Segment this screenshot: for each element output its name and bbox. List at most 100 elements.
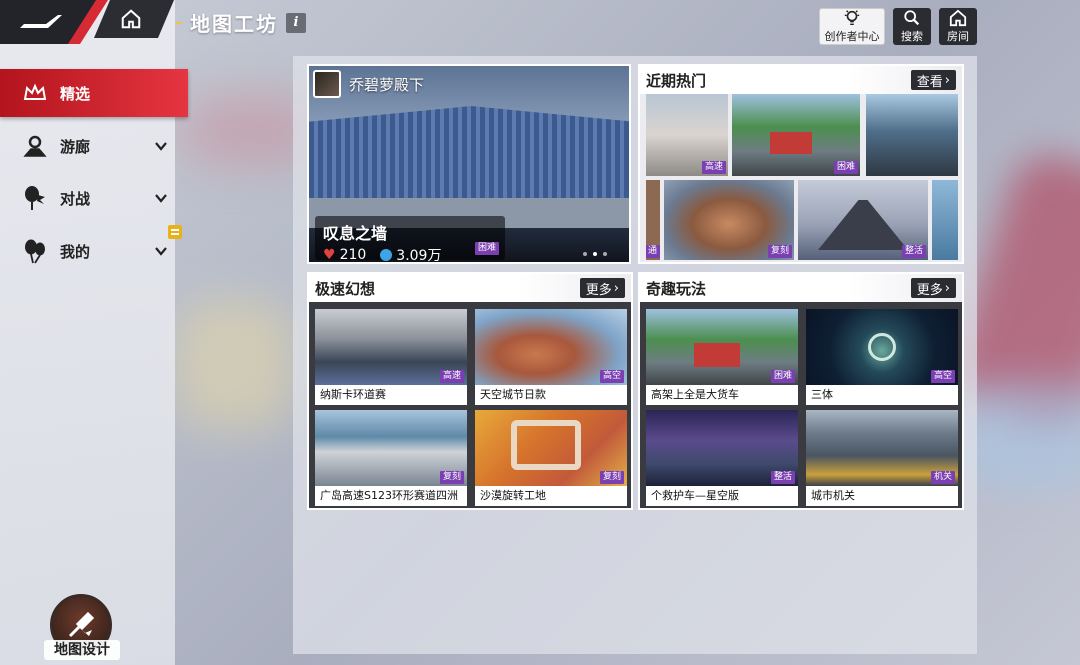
carousel-dot[interactable] (603, 252, 607, 256)
thumb-tag: 复刻 (767, 245, 792, 258)
view-label: 查看 (916, 74, 943, 90)
map-name: 广岛高速S123环形赛道四洲 (315, 486, 467, 506)
orb-shape (868, 333, 896, 361)
view-button[interactable]: 查看 › (910, 70, 956, 90)
map-name: 纳斯卡环道赛 (315, 385, 467, 405)
thumb-tag: 高速 (701, 161, 726, 174)
author-name[interactable]: 乔碧萝殿下 (349, 74, 424, 95)
carousel-dots[interactable] (583, 252, 607, 256)
thumb-tag: 困难 (833, 161, 858, 174)
difficulty-badge: 困难 (475, 242, 500, 255)
sidebar-item-battle[interactable]: 对战 (0, 174, 188, 222)
map-item[interactable]: 复刻 广岛高速S123环形赛道四洲 (315, 410, 467, 506)
map-item[interactable]: 高空 天空城节日款 (475, 309, 627, 405)
map-item[interactable]: 困难 高架上全是大货车 (646, 309, 798, 405)
creator-center-label: 创作者中心 (824, 30, 880, 43)
card-header: 极速幻想 更多 › (309, 274, 631, 302)
chevron-down-icon (155, 247, 167, 256)
recent-thumb[interactable]: 复刻 (664, 180, 794, 260)
chevron-right-icon: › (944, 72, 950, 88)
recent-thumb[interactable]: 困难 (732, 94, 860, 176)
top-toolbar: 创作者中心 搜索 房间 (819, 8, 977, 45)
featured-map-name: 叹息之墙 (323, 224, 388, 243)
map-item[interactable]: 高空 三体 (806, 309, 958, 405)
map-thumbnail: 整活 (646, 410, 798, 486)
sidebar-item-label: 游廊 (60, 137, 91, 156)
map-thumbnail: 复刻 (315, 410, 467, 486)
card-header: 近期热门 查看 › (640, 66, 962, 94)
carousel-dot[interactable] (583, 252, 587, 256)
carousel-dot[interactable] (593, 252, 597, 256)
sidebar-item-label: 我的 (60, 242, 91, 261)
more-button[interactable]: 更多 › (910, 278, 956, 298)
map-thumbnail: 高空 (475, 309, 627, 385)
recent-hot-card: 近期热门 查看 › 高速 困难 通 复刻 整活 (638, 64, 964, 264)
room-button[interactable]: 房间 (939, 8, 977, 45)
logo-icon (20, 15, 62, 28)
balloon-battle-icon (22, 185, 48, 211)
crown-icon (22, 80, 48, 106)
map-thumbnail: 高速 (315, 309, 467, 385)
sidebar-item-mine[interactable]: 我的 (0, 227, 188, 275)
track-shape (511, 420, 581, 470)
map-item[interactable]: 复刻 沙漠旋转工地 (475, 410, 627, 506)
avatar[interactable] (313, 70, 341, 98)
creator-center-button[interactable]: 创作者中心 (819, 8, 885, 45)
road-shape (818, 200, 908, 250)
plays-count: 3.09万 (396, 248, 442, 264)
search-label: 搜索 (901, 30, 923, 43)
more-button[interactable]: 更多 › (579, 278, 625, 298)
map-tag: 高空 (599, 370, 624, 383)
card-header: 奇趣玩法 更多 › (640, 274, 962, 302)
map-name: 沙漠旋转工地 (475, 486, 627, 506)
page-header: 地图工坊 i (176, 8, 306, 37)
recent-thumb[interactable]: 高速 (646, 94, 728, 176)
info-button[interactable]: i (286, 12, 306, 33)
search-icon (904, 10, 920, 26)
section-title: 近期热门 (646, 71, 707, 90)
recent-thumb[interactable]: 通 (646, 180, 660, 260)
background-decor (960, 380, 1080, 490)
search-button[interactable]: 搜索 (893, 8, 931, 45)
sidebar-item-gallery[interactable]: 游廊 (0, 122, 188, 170)
thumb-tag: 整活 (901, 245, 926, 258)
map-item[interactable]: 高速 纳斯卡环道赛 (315, 309, 467, 405)
featured-map-card[interactable]: 乔碧萝殿下 叹息之墙 ♥ 210 3.09万 困难 (307, 64, 631, 264)
map-name: 城市机关 (806, 486, 958, 506)
chevron-right-icon: › (944, 280, 950, 296)
chevron-right-icon: › (613, 280, 619, 296)
map-name: 三体 (806, 385, 958, 405)
room-label: 房间 (947, 30, 969, 43)
title-dash (176, 21, 182, 24)
featured-stats: ♥ 210 3.09万 (323, 245, 497, 264)
map-tag: 困难 (770, 370, 795, 383)
more-label: 更多 (585, 282, 612, 298)
map-name: 高架上全是大货车 (646, 385, 798, 405)
map-tag: 高空 (930, 370, 955, 383)
chevron-down-icon (155, 142, 167, 151)
sidebar-item-featured[interactable]: 精选 (0, 69, 188, 117)
map-name: 天空城节日款 (475, 385, 627, 405)
map-item[interactable]: 整活 个救护车—星空版 (646, 410, 798, 506)
map-thumbnail: 机关 (806, 410, 958, 486)
map-design-button[interactable]: 地图设计 (44, 594, 120, 664)
chevron-down-icon (155, 194, 167, 203)
heart-icon: ♥ (323, 247, 336, 263)
map-item[interactable]: 机关 城市机关 (806, 410, 958, 506)
map-design-label: 地图设计 (44, 640, 120, 660)
map-thumbnail: 困难 (646, 309, 798, 385)
plays-icon (380, 249, 393, 261)
recent-thumb[interactable]: 整活 (798, 180, 928, 260)
background-decor (175, 300, 295, 430)
recent-thumb[interactable] (932, 180, 958, 260)
recent-thumb[interactable] (866, 94, 958, 176)
thumb-tag: 通 (646, 245, 660, 258)
page-title: 地图工坊 (190, 12, 278, 36)
balloons-icon (22, 238, 48, 264)
section-title: 极速幻想 (315, 279, 376, 298)
speed-fantasy-card: 极速幻想 更多 › 高速 纳斯卡环道赛 高空 天空城节日款 复刻 广岛高速S123… (307, 272, 633, 510)
home-icon (121, 9, 141, 29)
notification-badge (168, 225, 182, 239)
sidebar-item-label: 对战 (60, 189, 91, 208)
map-name: 个救护车—星空版 (646, 486, 798, 506)
